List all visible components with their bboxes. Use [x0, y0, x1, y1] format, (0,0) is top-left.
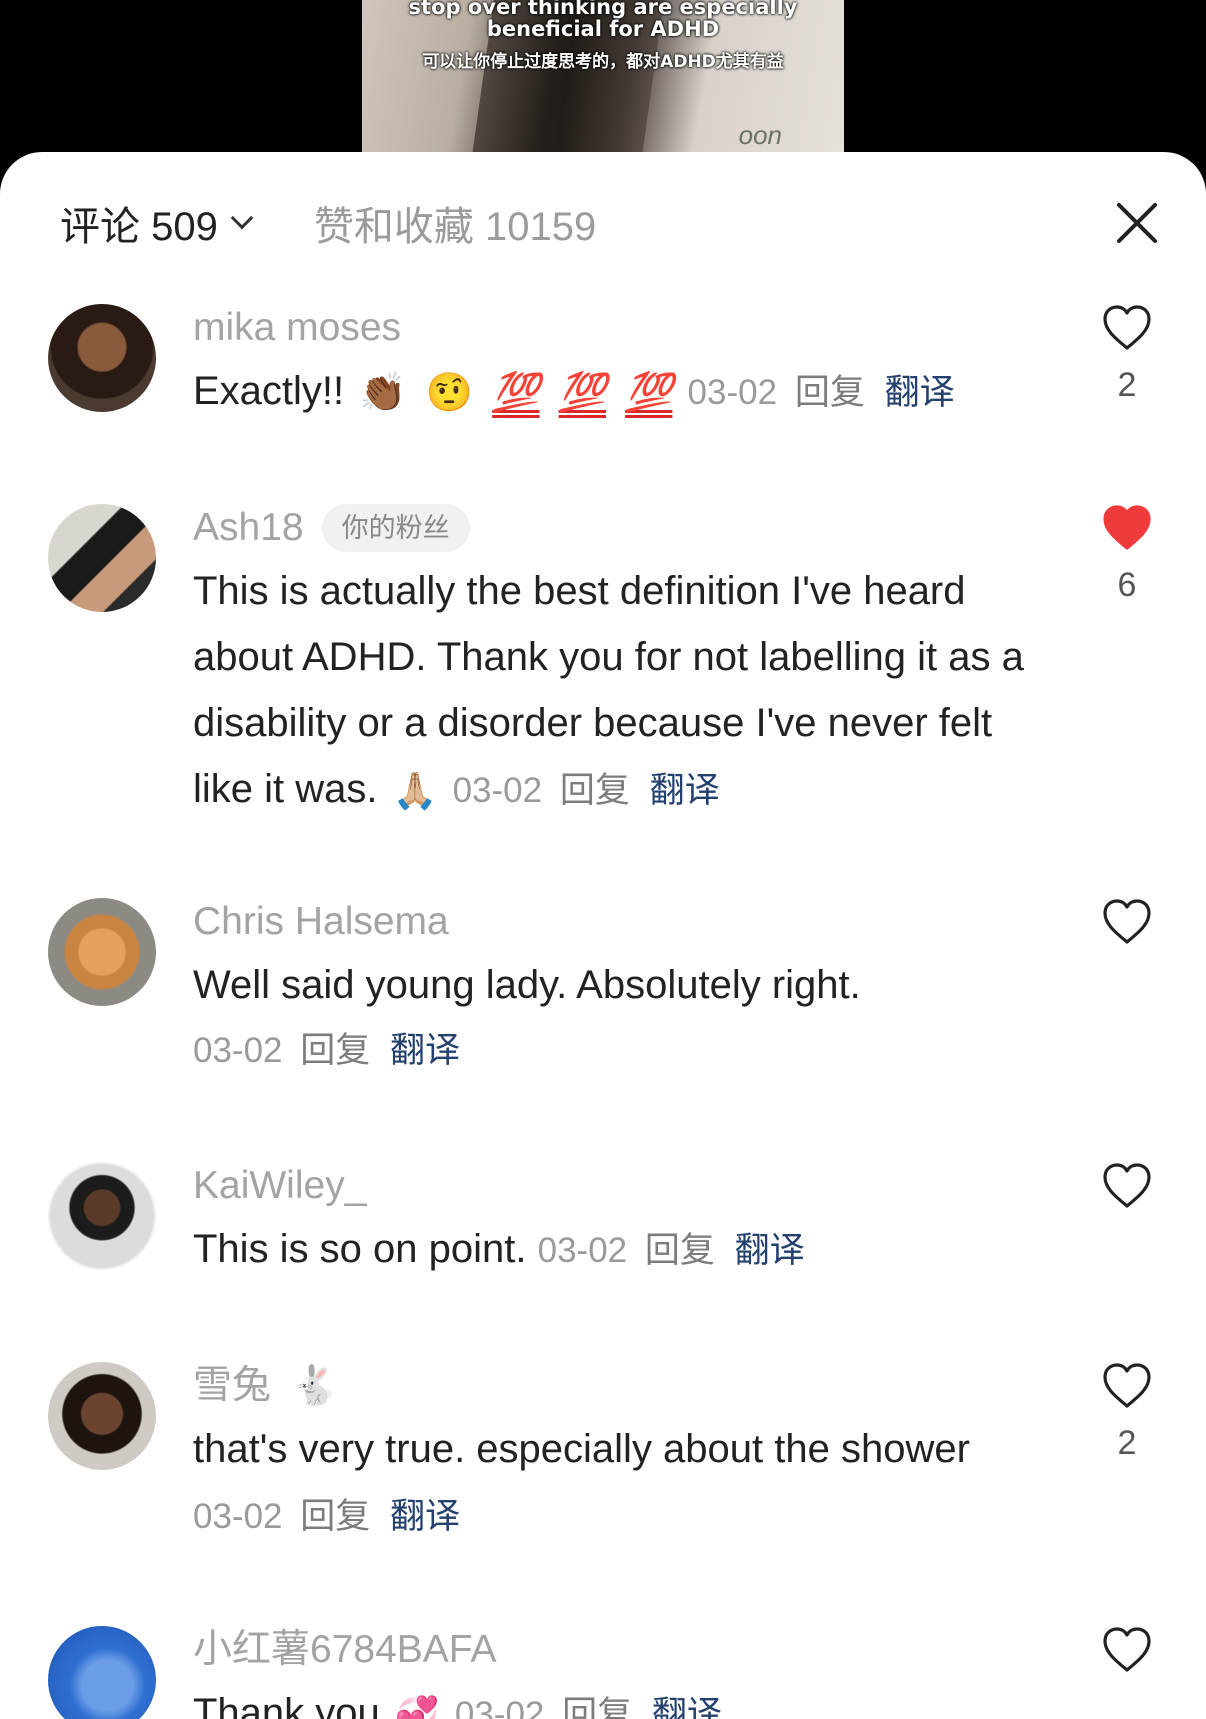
heart-outline-icon[interactable] [1101, 898, 1153, 946]
comment-text: that's very true. especially about the s… [193, 1416, 1053, 1550]
rabbit-icon: 🐇 [291, 1365, 339, 1407]
comment-username[interactable]: KaiWiley_ [193, 1162, 1053, 1210]
comments-header: 评论 509 赞和收藏 10159 [60, 198, 596, 249]
comment-meta: 03-02 回复 翻译 [688, 373, 955, 412]
heart-outline-icon[interactable] [1101, 1626, 1153, 1674]
comment-meta: 03-02 回复 翻译 [193, 1018, 1053, 1084]
reply-button[interactable]: 回复 [560, 771, 630, 810]
like-count: 6 [1117, 566, 1137, 604]
translate-button[interactable]: 翻译 [885, 373, 955, 412]
follower-badge: 你的粉丝 [321, 504, 470, 552]
comment-text: This is so on point. 03-02 回复 翻译 [193, 1216, 1053, 1284]
like-button[interactable] [1092, 1626, 1162, 1688]
comment-meta: 03-02 回复 翻译 [453, 771, 720, 810]
comment-date: 03-02 [687, 373, 778, 412]
like-button[interactable]: 6 [1092, 504, 1162, 605]
avatar[interactable] [48, 304, 156, 412]
comment-username[interactable]: 雪兔 [193, 1362, 271, 1410]
translate-button[interactable]: 翻译 [652, 1695, 722, 1719]
translate-button[interactable]: 翻译 [390, 1031, 460, 1070]
avatar[interactable] [48, 1362, 156, 1470]
reply-button[interactable]: 回复 [795, 373, 865, 412]
video-watermark: oon [738, 120, 782, 150]
folded-hands-icon: 🙏🏼 [392, 770, 438, 812]
translate-button[interactable]: 翻译 [735, 1231, 805, 1270]
comment-username-row: 雪兔 🐇 [193, 1362, 1053, 1410]
comment-text: This is actually the best definition I'v… [193, 558, 1053, 824]
comment-meta: 03-02 回复 翻译 [538, 1231, 805, 1270]
avatar[interactable] [48, 898, 156, 1006]
video-caption-chinese: 可以让你停止过度思考的，都对ADHD尤其有益 [422, 52, 784, 72]
reply-button[interactable]: 回复 [645, 1231, 715, 1270]
heart-filled-icon[interactable] [1101, 504, 1153, 552]
tab-comments[interactable]: 评论 509 [60, 194, 254, 252]
comment-date: 03-02 [193, 1031, 283, 1070]
avatar[interactable] [48, 1162, 156, 1270]
hundred-points-icon: 💯 [492, 372, 540, 415]
reply-button[interactable]: 回复 [300, 1497, 370, 1536]
like-button[interactable] [1092, 898, 1162, 960]
heart-outline-icon[interactable] [1101, 1362, 1153, 1410]
comment-text-content: that's very true. especially about the s… [193, 1427, 970, 1471]
comment-date: 03-02 [537, 1231, 628, 1270]
video-frame[interactable]: stop over thinking are especially benefi… [362, 0, 844, 170]
comment-date: 03-02 [452, 771, 543, 810]
comment-text-content: Exactly!! [193, 369, 345, 413]
comment-username[interactable]: 小红薯6784BAFA [193, 1626, 1053, 1674]
comment-text: Well said young lady. Absolutely right. [193, 963, 861, 1007]
comment-text-content: This is so on point. [193, 1227, 527, 1271]
heart-outline-icon[interactable] [1101, 304, 1153, 352]
translate-button[interactable]: 翻译 [390, 1497, 460, 1536]
comment-text-content: Thank you [193, 1691, 380, 1719]
comment-date: 03-02 [454, 1695, 545, 1719]
close-icon[interactable] [1116, 202, 1158, 244]
heart-outline-icon[interactable] [1101, 1162, 1153, 1210]
like-button[interactable] [1092, 1162, 1162, 1224]
revolving-hearts-icon: 💞 [394, 1694, 440, 1719]
chevron-down-icon[interactable] [230, 206, 254, 230]
clapping-hands-icon: 👏🏾 [359, 372, 407, 415]
tab-likes-and-saves[interactable]: 赞和收藏 10159 [314, 194, 596, 252]
comment-meta: 03-02 回复 翻译 [193, 1497, 460, 1536]
like-button[interactable]: 2 [1092, 304, 1162, 405]
comment-username[interactable]: mika moses [193, 304, 1053, 352]
comment-username[interactable]: Chris Halsema [193, 898, 1053, 946]
like-count: 2 [1117, 1424, 1137, 1462]
comment-username-row: Ash18 你的粉丝 [193, 504, 1053, 552]
video-caption-english: stop over thinking are especially benefi… [408, 0, 798, 41]
hundred-points-icon: 💯 [558, 372, 606, 415]
comment-date: 03-02 [193, 1497, 283, 1536]
reply-button[interactable]: 回复 [300, 1031, 370, 1070]
comment-username[interactable]: Ash18 [193, 504, 304, 552]
comments-sheet: 评论 509 赞和收藏 10159 mika moses Exactly!! 👏… [0, 152, 1206, 1719]
translate-button[interactable]: 翻译 [650, 771, 720, 810]
avatar[interactable] [48, 504, 156, 612]
raised-eyebrow-face-icon: 🤨 [425, 372, 474, 415]
reply-button[interactable]: 回复 [562, 1695, 632, 1719]
comment-text: Exactly!! 👏🏾 🤨 💯 💯 💯 03-02 回复 翻译 [193, 358, 1053, 426]
tab-comments-label: 评论 509 [60, 205, 218, 249]
avatar[interactable] [48, 1626, 156, 1719]
like-button[interactable]: 2 [1092, 1362, 1162, 1463]
comment-text: Thank you 💞 03-02 回复 翻译 [193, 1680, 1053, 1719]
like-count: 2 [1117, 366, 1137, 404]
comment-meta: 03-02 回复 翻译 [455, 1695, 722, 1719]
hundred-points-icon: 💯 [625, 372, 673, 415]
